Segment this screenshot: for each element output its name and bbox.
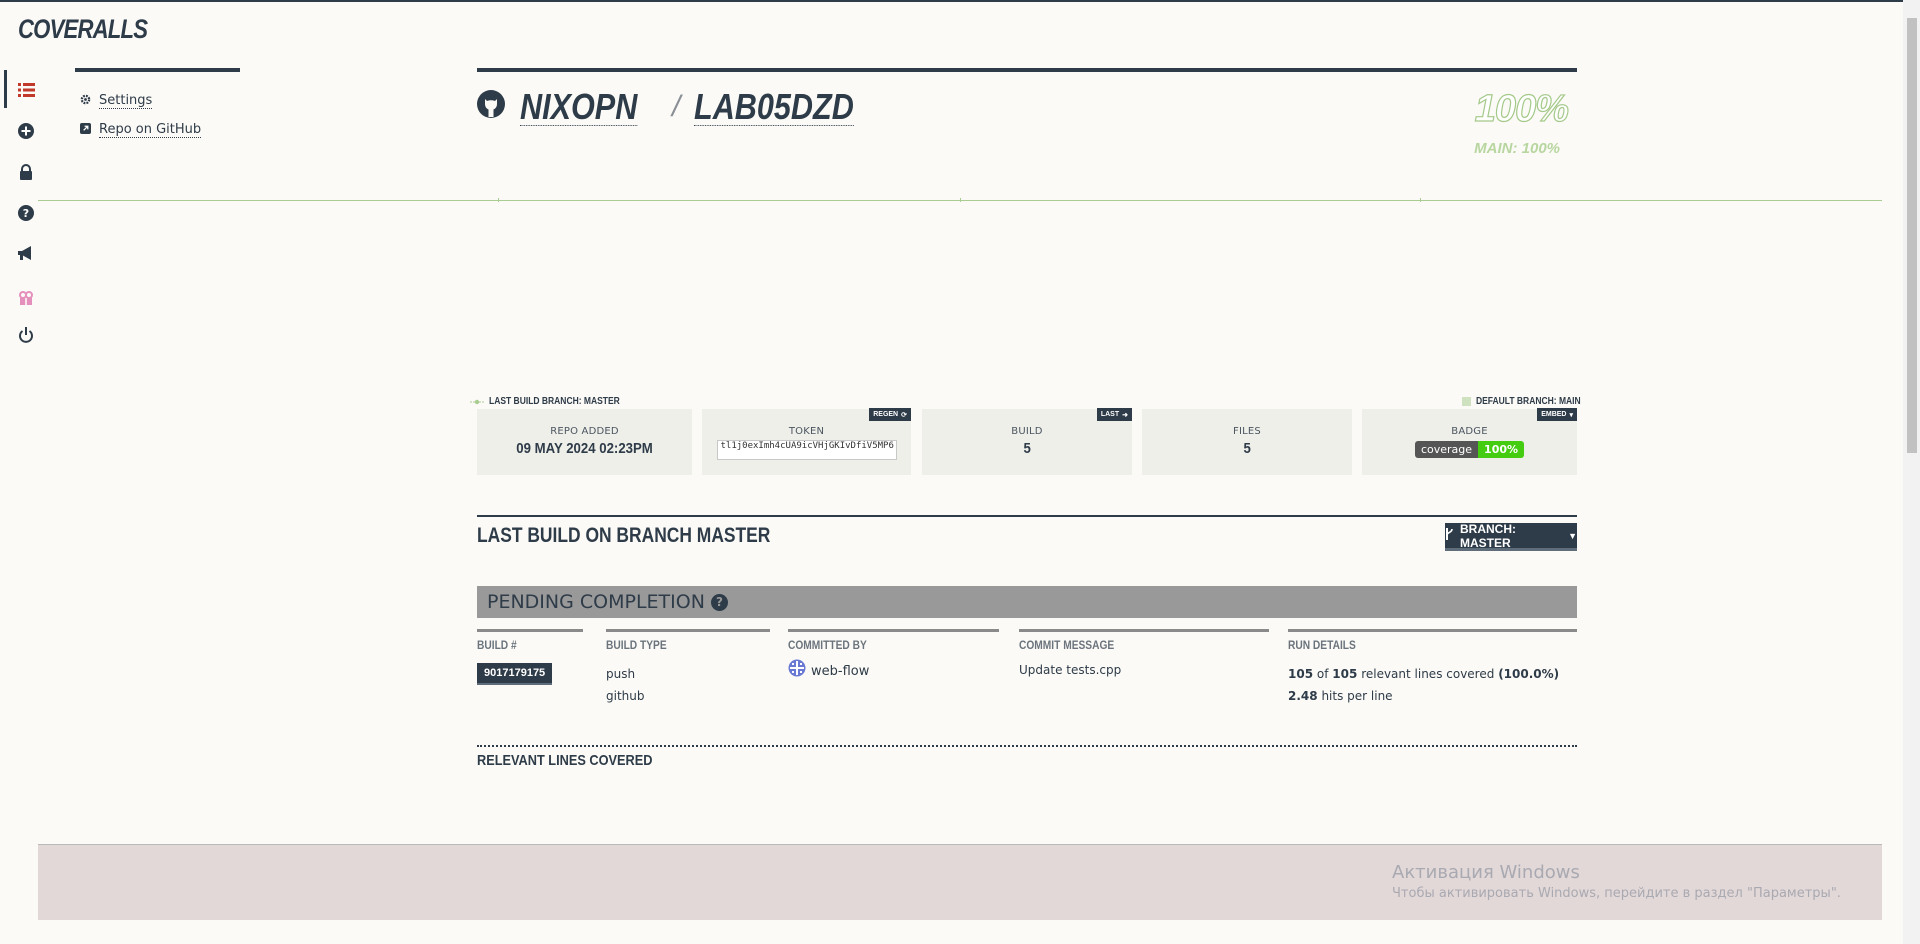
build-number-button[interactable]: 9017179175 (477, 663, 553, 685)
build-type-push: push (606, 667, 636, 681)
dotted-divider (477, 745, 1577, 747)
regen-button[interactable]: REGEN ⟳ (869, 408, 911, 421)
section-bar (477, 515, 1577, 517)
header-bar (477, 68, 1577, 72)
hits-per-line: 2.48 hits per line (1288, 689, 1393, 703)
watermark-title: Активация Windows (1392, 862, 1580, 883)
legend-line-icon (470, 399, 484, 404)
commit-message-column: COMMIT MESSAGE Update tests.cpp (1019, 629, 1269, 681)
power-icon[interactable] (16, 325, 36, 345)
gear-icon (80, 94, 91, 109)
question-circle-icon[interactable]: ? (16, 203, 36, 223)
token-field[interactable]: tl1j0exImh4cUA9icVHjGKIvDfiV5MP6 (716, 440, 897, 460)
repo-on-github-label: Repo on GitHub (99, 122, 202, 138)
code-branch-icon (1445, 528, 1454, 543)
coverage-percent: 100% (1474, 87, 1569, 130)
chart-baseline (38, 198, 1882, 202)
watermark-subtitle: Чтобы активировать Windows, перейдите в … (1392, 886, 1841, 901)
github-icon (476, 86, 506, 128)
last-build-title: LAST BUILD ON BRANCH MASTER (477, 524, 771, 547)
embed-button[interactable]: EMBED ▾ (1537, 408, 1577, 421)
repo-added-label: REPO ADDED (550, 426, 619, 437)
windows-activation-watermark: Активация Windows Чтобы активировать Win… (1392, 862, 1841, 901)
legend-square-icon (1462, 397, 1471, 406)
refresh-icon: ⟳ (901, 411, 907, 419)
files-value: 5 (1243, 440, 1251, 457)
committer-avatar (788, 659, 806, 684)
last-build-button[interactable]: LAST ➜ (1096, 408, 1132, 421)
last-build-branch-legend: LAST BUILD BRANCH: MASTER (470, 396, 643, 407)
commit-message: Update tests.cpp (1019, 663, 1122, 677)
relevant-lines-title: RELEVANT LINES COVERED (477, 752, 653, 769)
build-card: LAST ➜ BUILD 5 (922, 408, 1132, 475)
scrollbar-thumb[interactable] (1907, 18, 1917, 453)
build-value: 5 (1023, 440, 1031, 457)
repo-added-card: REPO ADDED 09 MAY 2024 02:23PM (477, 409, 692, 475)
lock-icon[interactable] (16, 162, 36, 182)
arrow-right-circle-icon: ➜ (1122, 411, 1128, 419)
build-label: BUILD (1011, 426, 1043, 437)
repo-owner-link[interactable]: NIXOPN (520, 87, 638, 127)
repo-separator: / (672, 90, 681, 123)
build-type-head: BUILD TYPE (606, 638, 667, 652)
token-card: REGEN ⟳ TOKEN tl1j0exImh4cUA9icVHjGKIvDf… (702, 408, 911, 475)
svg-text:?: ? (23, 207, 29, 220)
megaphone-icon[interactable] (16, 243, 36, 263)
gift-icon[interactable] (16, 288, 36, 308)
pending-status: PENDING COMPLETION (487, 591, 705, 613)
badge-left: coverage (1414, 441, 1479, 458)
coverage-summary: 105 of 105 relevant lines covered (100.0… (1288, 667, 1560, 681)
question-circle-icon[interactable]: ? (710, 593, 728, 611)
committed-by-column: COMMITTED BY web-flow (788, 629, 999, 684)
coverage-badge[interactable]: coverage 100% (1414, 441, 1525, 458)
repo-added-value: 09 MAY 2024 02:23PM (516, 440, 653, 457)
files-label: FILES (1233, 426, 1261, 437)
repo-name-link[interactable]: LAB05DZD (694, 87, 855, 127)
run-details-column: RUN DETAILS 105 of 105 relevant lines co… (1288, 629, 1577, 707)
list-icon[interactable] (16, 80, 36, 100)
main-branch-coverage: MAIN: 100% (1474, 140, 1560, 157)
branch-dropdown-button[interactable]: BRANCH: MASTER ▼ (1445, 521, 1577, 551)
external-link-icon (80, 122, 91, 138)
build-number-column: BUILD # 9017179175 (477, 629, 583, 685)
repo-on-github-link[interactable]: Repo on GitHub (80, 122, 202, 138)
settings-link[interactable]: Settings (80, 93, 153, 109)
settings-label: Settings (99, 93, 153, 109)
committed-by-head: COMMITTED BY (788, 638, 867, 652)
run-details-head: RUN DETAILS (1288, 638, 1356, 652)
default-branch-legend: DEFAULT BRANCH: MAIN (1462, 396, 1599, 407)
build-type-github: github (606, 689, 645, 703)
plus-circle-icon[interactable] (16, 121, 36, 141)
build-type-column: BUILD TYPE push github (606, 629, 770, 707)
files-card: FILES 5 (1142, 409, 1352, 475)
pending-completion-banner: PENDING COMPLETION ? (477, 586, 1577, 618)
commit-message-head: COMMIT MESSAGE (1019, 638, 1115, 652)
caret-down-icon: ▼ (1568, 530, 1577, 541)
subnav-bar (75, 68, 240, 72)
badge-card: EMBED ▾ BADGE coverage 100% (1362, 408, 1577, 475)
caret-down-icon: ▾ (1569, 411, 1573, 419)
top-border (0, 0, 1920, 2)
coveralls-logo[interactable]: COVERALLS (18, 14, 148, 45)
branch-button-label: BRANCH: MASTER (1460, 521, 1516, 550)
badge-label: BADGE (1451, 426, 1488, 437)
token-label: TOKEN (788, 426, 825, 437)
committer-name[interactable]: web-flow (811, 661, 869, 683)
build-number-head: BUILD # (477, 638, 517, 652)
sidebar-active-indicator (4, 70, 7, 108)
repo-title: NIXOPN / LAB05DZD (476, 86, 882, 128)
badge-right: 100% (1478, 441, 1525, 458)
